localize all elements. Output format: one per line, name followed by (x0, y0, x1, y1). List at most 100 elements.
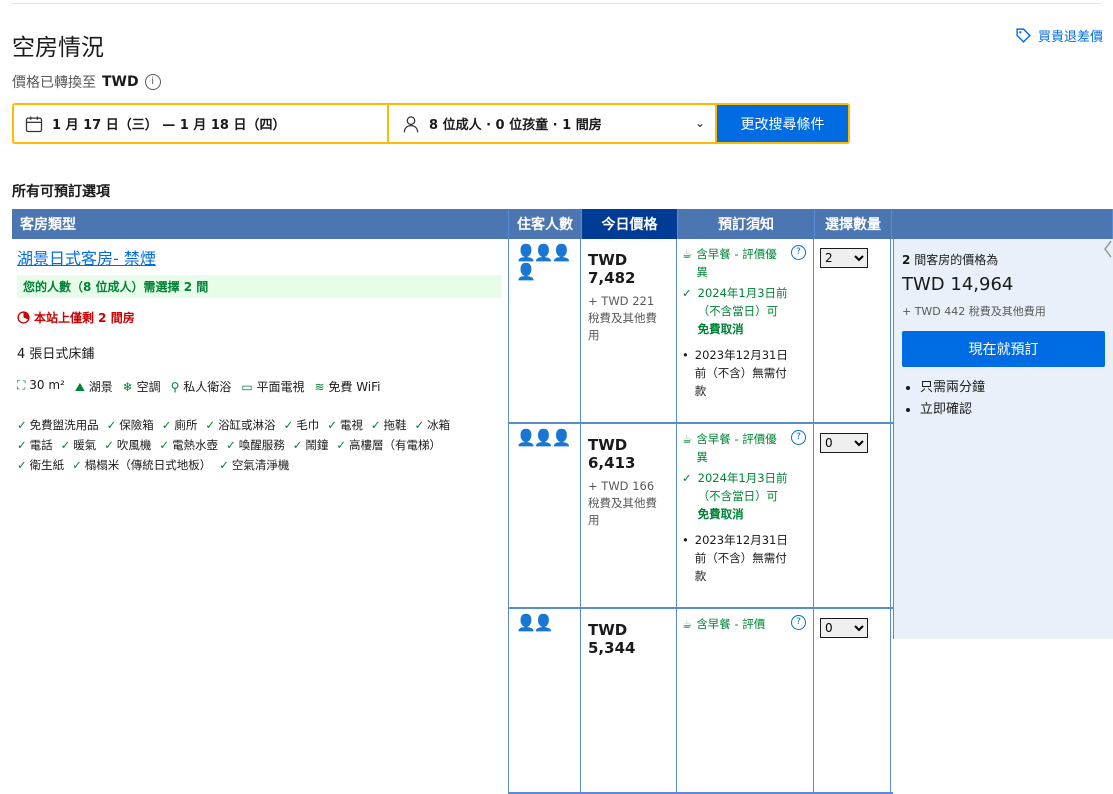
landscape-icon: ⛰ (74, 380, 85, 394)
quantity-cell: 2 (814, 239, 891, 422)
facility-item: ✓ 保險箱 (106, 418, 154, 432)
guest-selector[interactable]: 8 位成人 · 0 位孩童 · 1 間房 ⌄ (389, 105, 715, 142)
benefits-list: 只需兩分鐘 立即確認 (902, 377, 1105, 421)
occupancy-icons: 👤👤 (508, 609, 581, 792)
header-policy: 預訂須知 (678, 209, 815, 239)
amenity-tv: ▭ 平面電視 (241, 380, 305, 394)
quantity-select[interactable]: 0 (820, 618, 868, 638)
bed-info: 4 張日式床鋪 (17, 347, 95, 362)
shower-icon: ⚲ (170, 380, 180, 394)
question-icon[interactable]: ? (791, 430, 806, 445)
policy-cell: ? ☕ 含早餐 - 評價優異 ✓ 2024年1月3日前（不含當日）可 免費取消 • 20… (677, 424, 814, 607)
rate-price: TWD 6,413 (588, 436, 636, 472)
rate-row: 👤👤👤👤 TWD 7,482 + TWD 221 稅費及其他費用 ? ☕ 含早餐 … (508, 239, 893, 424)
check-icon: ✓ (17, 458, 27, 472)
total-price: TWD 14,964 (902, 274, 1014, 295)
rate-price: TWD 7,482 (588, 251, 636, 287)
top-divider (12, 3, 1102, 4)
room-info: 湖景日式客房- 禁煙 您的人數（8 位成人）需選擇 2 間 本站上僅剩 2 間房… (12, 239, 509, 639)
check-icon: ✓ (60, 438, 71, 452)
check-icon: ✓ (370, 418, 381, 432)
search-bar: 1 月 17 日（三） — 1 月 18 日（四） 8 位成人 · 0 位孩童 … (12, 103, 850, 144)
facility-item: ✓ 吹風機 (104, 438, 152, 452)
facility-item: ✓ 衛生紙 (17, 458, 65, 472)
clock-alert-icon (17, 311, 30, 324)
facility-item: ✓ 高樓層（有電梯） (336, 438, 441, 452)
change-search-button[interactable]: 更改搜尋條件 (717, 105, 848, 142)
header-guests: 住客人數 (509, 209, 582, 239)
currency-conversion: 價格已轉換至 TWD i (12, 72, 161, 92)
rate-rows: 👤👤👤👤 TWD 7,482 + TWD 221 稅費及其他費用 ? ☕ 含早餐 … (508, 239, 893, 794)
check-icon: ✓ (72, 458, 82, 472)
calendar-icon (25, 116, 43, 132)
facility-item: ✓ 廁所 (161, 418, 198, 432)
question-icon[interactable]: ? (791, 615, 806, 630)
currency-code: TWD (102, 74, 139, 90)
conversion-text: 價格已轉換至 (12, 75, 96, 91)
fit-banner: 您的人數（8 位成人）需選擇 2 間 (17, 275, 502, 298)
header-room-type: 客房類型 (12, 209, 509, 239)
benefit-item: 立即確認 (920, 399, 1105, 421)
check-icon: ✓ (414, 418, 425, 432)
cup-icon: ☕ (682, 247, 693, 261)
prepay-line: • 2023年12月31日前（不含）無需付款 (682, 348, 788, 398)
date-picker[interactable]: 1 月 17 日（三） — 1 月 18 日（四） (14, 105, 387, 142)
rate-tax: + TWD 166 稅費及其他費用 (588, 479, 657, 527)
tv-icon: ▭ (241, 380, 253, 394)
occupancy-icons: 👤👤👤👤 (508, 239, 581, 422)
check-icon: ✓ (336, 438, 346, 452)
header-summary (892, 209, 1113, 239)
policy-cell: ? ☕ 含早餐 - 評價優異 ✓ 2024年1月3日前（不含當日）可 免費取消 • 20… (677, 239, 814, 422)
header-quantity: 選擇數量 (815, 209, 892, 239)
quantity-select[interactable]: 2 (820, 248, 868, 268)
chevron-left-icon[interactable] (1101, 239, 1113, 259)
person-icon (403, 115, 419, 132)
facility-item: ✓ 免費盥洗用品 (17, 418, 99, 432)
quantity-select[interactable]: 0 (820, 433, 868, 453)
cancel-line: ✓ 2024年1月3日前（不含當日）可 免費取消 (682, 471, 788, 521)
total-tax: + TWD 442 稅費及其他費用 (902, 305, 1046, 318)
facility-item: ✓ 冰箱 (414, 418, 451, 432)
facility-item: ✓ 拖鞋 (370, 418, 407, 432)
price-cell: TWD 6,413 + TWD 166 稅費及其他費用 (581, 424, 677, 607)
room-name-link[interactable]: 湖景日式客房- 禁煙 (17, 245, 156, 269)
benefit-item: 只需兩分鐘 (920, 377, 1105, 399)
question-icon[interactable]: ? (791, 245, 806, 260)
check-icon: ✓ (104, 438, 114, 452)
facility-item: ✓ 空氣清淨機 (219, 458, 290, 472)
policy-cell: ? ☕ 含早餐 - 評價 (677, 609, 814, 792)
guests-value: 8 位成人 · 0 位孩童 · 1 間房 (429, 118, 602, 133)
check-icon: ✓ (17, 418, 27, 432)
facility-item: ✓ 鬧鐘 (292, 438, 329, 452)
snowflake-icon: ❄ (122, 380, 133, 394)
breakfast-line: ☕ 含早餐 - 評價優異 (682, 247, 777, 279)
cancel-line: ✓ 2024年1月3日前（不含當日）可 免費取消 (682, 286, 788, 336)
quantity-cell: 0 (814, 609, 891, 792)
facility-item: ✓ 電熱水壺 (159, 438, 219, 452)
facility-item: ✓ 電視 (327, 418, 363, 432)
rate-row: 👤👤👤 TWD 6,413 + TWD 166 稅費及其他費用 ? ☕ 含早餐 -… (508, 424, 893, 609)
amenity-size: ⛶ 30 m² (17, 378, 65, 392)
facility-item: ✓ 浴缸或淋浴 (205, 418, 276, 432)
price-cell: TWD 7,482 + TWD 221 稅費及其他費用 (581, 239, 677, 422)
book-now-button[interactable]: 現在就預訂 (902, 331, 1105, 367)
page-title: 空房情況 (12, 35, 104, 61)
facility-item: ✓ 電話 (17, 438, 53, 452)
facility-item: ✓ 喚醒服務 (226, 438, 285, 452)
size-icon: ⛶ (17, 378, 26, 392)
price-match-link[interactable]: 買貴退差價 (1015, 26, 1103, 45)
scarcity-text: 本站上僅剩 2 間房 (34, 311, 135, 325)
quantity-cell: 0 (814, 424, 891, 607)
occupancy-icons: 👤👤👤 (508, 424, 581, 607)
info-icon[interactable]: i (144, 74, 161, 90)
breakfast-line: ☕ 含早餐 - 評價 (682, 617, 766, 631)
price-match-label: 買貴退差價 (1037, 30, 1103, 45)
bullet-icon: • (682, 533, 689, 547)
table-header: 客房類型 住客人數 今日價格 預訂須知 選擇數量 (12, 209, 1113, 239)
wifi-icon: ≋ (314, 380, 325, 394)
check-icon: ✓ (682, 286, 692, 300)
cup-icon: ☕ (682, 432, 693, 446)
check-icon: ✓ (226, 438, 236, 452)
check-icon: ✓ (283, 418, 294, 432)
bullet-icon: • (682, 348, 689, 362)
